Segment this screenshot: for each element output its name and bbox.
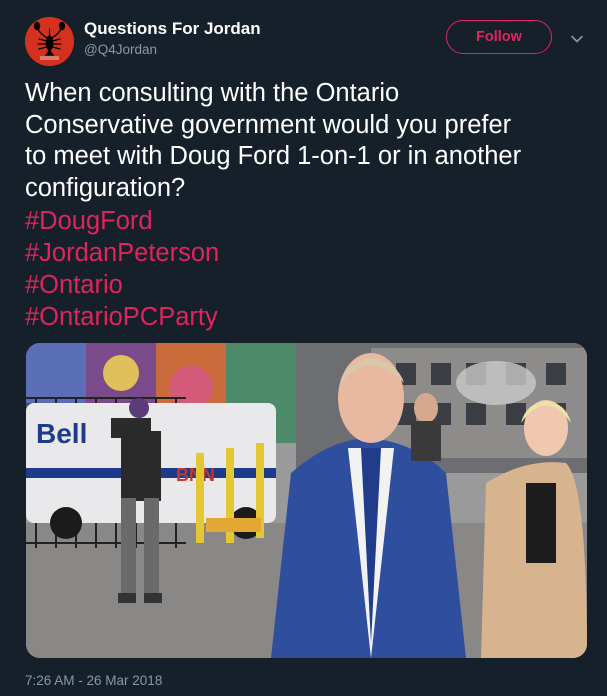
chevron-down-icon (571, 35, 583, 43)
hashtag-link[interactable]: #JordanPeterson (25, 237, 595, 269)
tweet-text: When consulting with the Ontario Conserv… (25, 78, 595, 204)
tweet-text-line: Conservative government would you prefer (25, 110, 512, 139)
photo-sign-bell: Bell (36, 418, 87, 449)
follow-button[interactable]: Follow (446, 20, 552, 54)
more-options-button[interactable] (568, 30, 586, 48)
photo-sign-bnn: BNN (176, 465, 215, 485)
tweet-photo[interactable]: Bell BNN (26, 343, 587, 658)
tweet-timestamp[interactable]: 7:26 AM - 26 Mar 2018 (25, 673, 162, 688)
author-avatar[interactable] (25, 17, 74, 66)
street-photo-image: Bell BNN (26, 343, 587, 658)
hashtag-link[interactable]: #OntarioPCParty (25, 301, 595, 333)
author-handle[interactable]: @Q4Jordan (84, 42, 157, 57)
tweet-card: Questions For Jordan @Q4Jordan Follow Wh… (0, 0, 607, 696)
tweet-text-line: When consulting with the Ontario (25, 79, 400, 107)
tweet-text-line: configuration? (25, 173, 186, 202)
tweet-text-line: to meet with Doug Ford 1-on-1 or in anot… (25, 142, 522, 170)
hashtag-link[interactable]: #Ontario (25, 269, 595, 301)
hashtag-list: #DougFord #JordanPeterson #Ontario #Onta… (25, 205, 595, 333)
lobster-logo-icon (25, 17, 74, 66)
hashtag-link[interactable]: #DougFord (25, 205, 595, 237)
author-display-name[interactable]: Questions For Jordan (84, 19, 261, 39)
